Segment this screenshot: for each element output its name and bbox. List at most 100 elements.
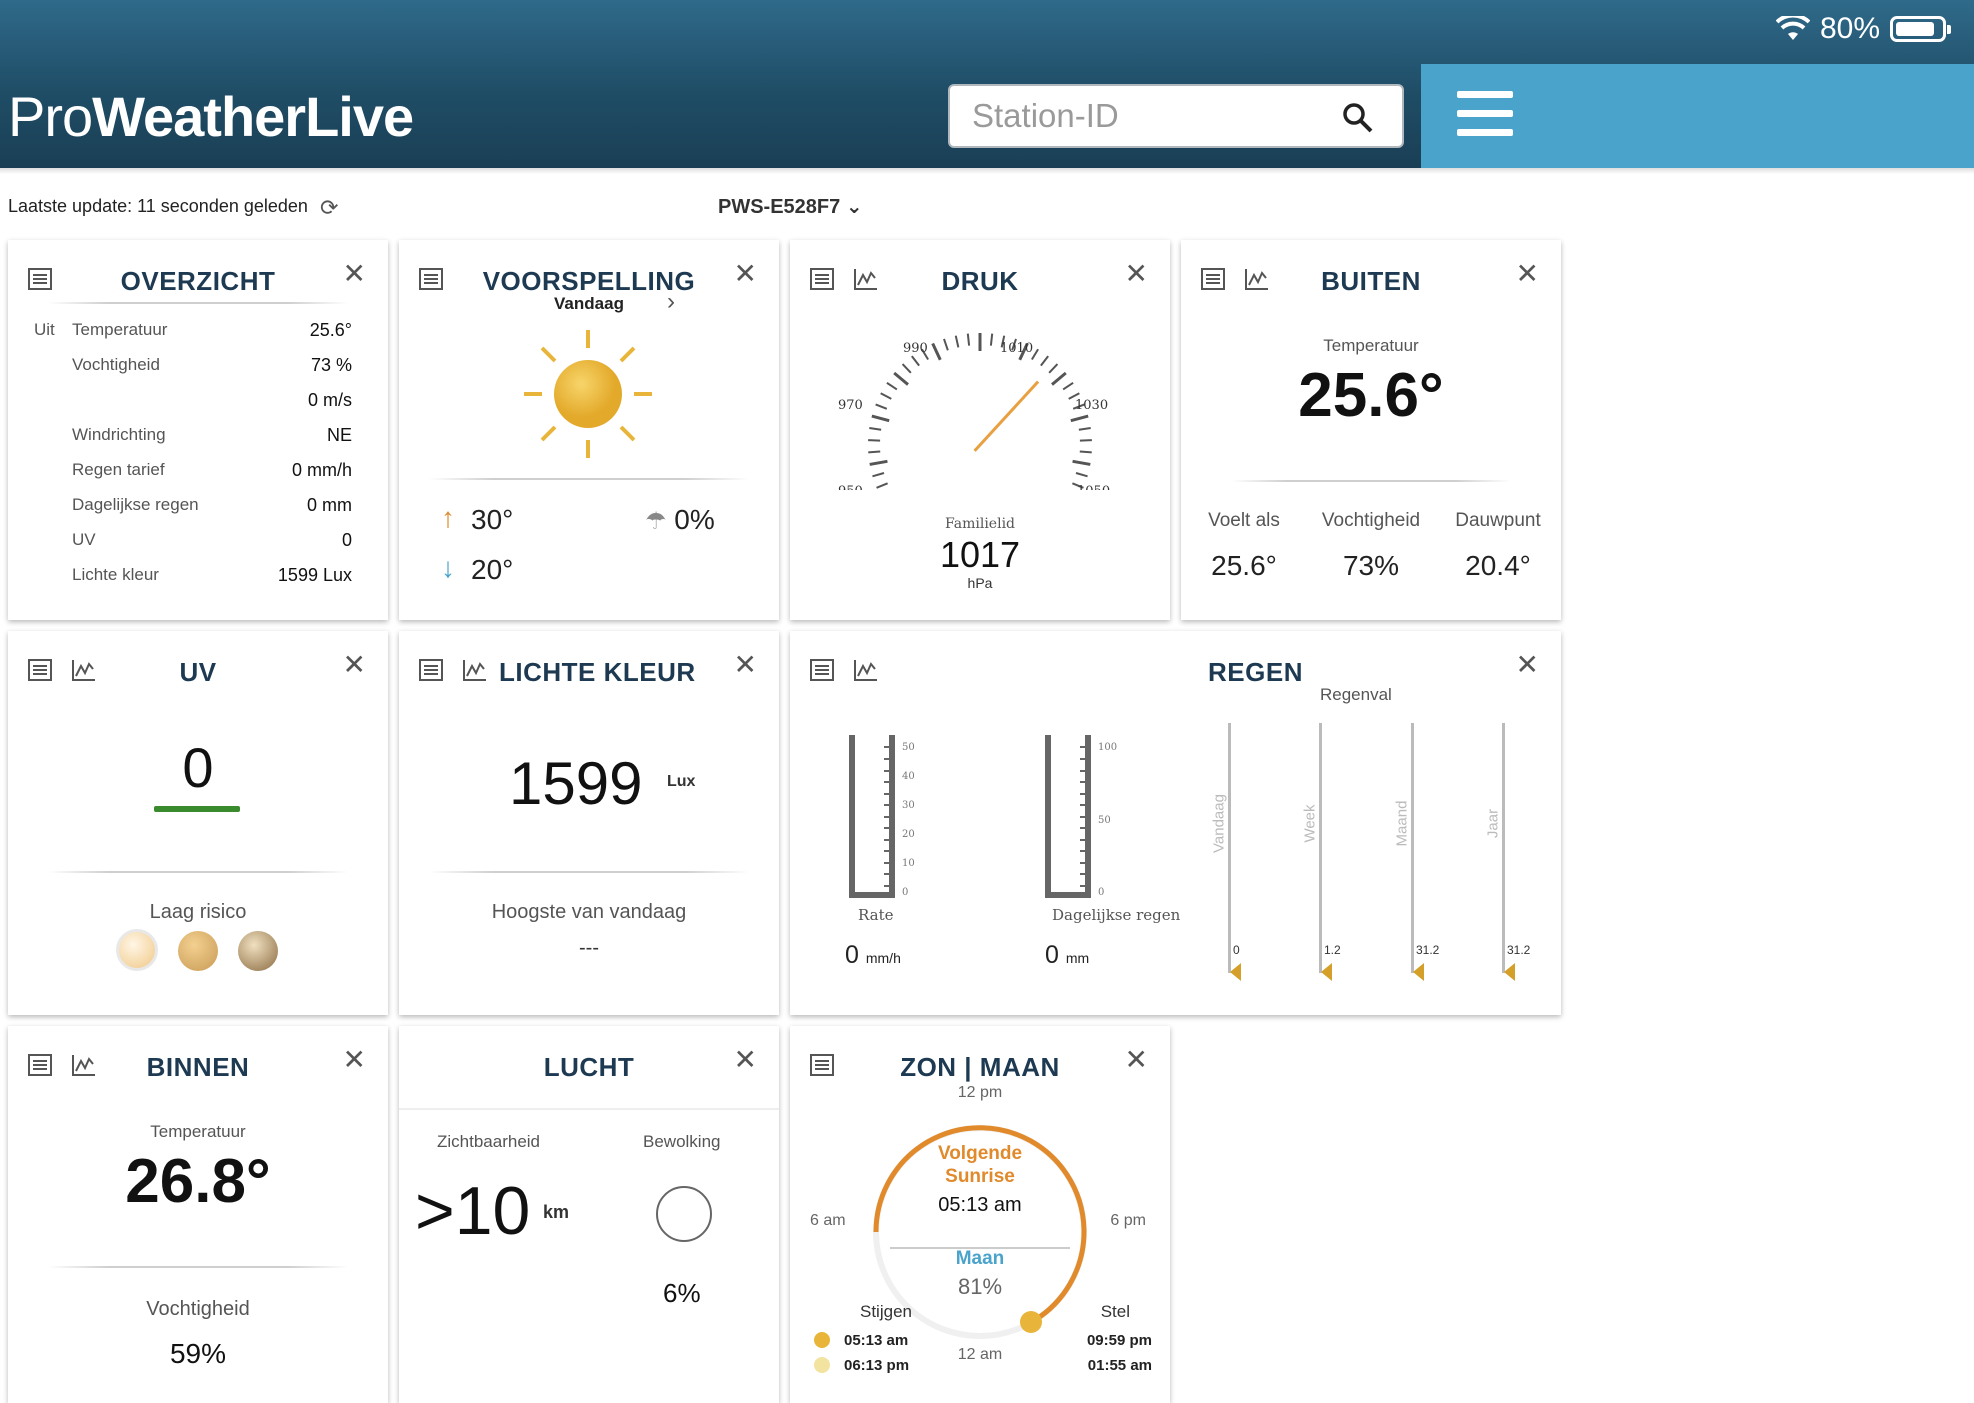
skin-tone-light bbox=[116, 929, 158, 971]
search-icon[interactable] bbox=[1342, 102, 1374, 134]
forecast-day: Vandaag bbox=[554, 294, 624, 313]
gauge-tick bbox=[966, 333, 971, 346]
divider bbox=[429, 478, 749, 480]
row-value: 73 % bbox=[310, 355, 352, 375]
gauge-tick bbox=[876, 482, 888, 489]
close-icon[interactable]: ✕ bbox=[1516, 651, 1539, 679]
gauge-tick bbox=[1048, 363, 1059, 374]
uv-risk: Laag risico bbox=[149, 901, 247, 923]
rainfall-bar-name: Jaar bbox=[1484, 808, 1502, 839]
station-search bbox=[948, 84, 1404, 148]
dew-point: Dauwpunt 20.4° bbox=[1435, 510, 1561, 582]
gauge-tick bbox=[1072, 459, 1091, 466]
time-12pm: 12 pm bbox=[957, 1084, 1003, 1101]
card-title: UV bbox=[179, 657, 217, 687]
pressure-card: DRUK ✕ 950 970 990 1010 1030 1050 Famili… bbox=[790, 240, 1170, 620]
gauge-tick bbox=[954, 335, 960, 348]
logo-bold: WeatherLive bbox=[92, 85, 414, 148]
gauge-tick bbox=[901, 363, 912, 374]
rise-label: Stijgen bbox=[860, 1302, 912, 1321]
close-icon[interactable]: ✕ bbox=[1125, 260, 1148, 288]
divider bbox=[429, 871, 749, 873]
next-day-chevron-icon[interactable]: › bbox=[667, 288, 675, 316]
forecast-card: VOORSPELLING ✕ Vandaag › ↑ 30° ↓ 20° ☂ 0% bbox=[399, 240, 779, 620]
gauge-ticks bbox=[868, 333, 1092, 489]
rainfall-bar-line bbox=[1319, 723, 1322, 973]
light-card: LICHTE KLEUR ✕ 1599 Lux Hoogste van vand… bbox=[399, 631, 779, 1015]
rate-tick: 40 bbox=[902, 771, 915, 782]
chart-icon[interactable] bbox=[463, 659, 487, 681]
divider bbox=[48, 302, 348, 304]
row-value: 0 mm/h bbox=[291, 460, 352, 480]
row-label: Windrichting bbox=[72, 425, 166, 444]
gauge-tick-label: 990 bbox=[903, 341, 928, 356]
gauge-tick-label: 970 bbox=[838, 398, 863, 413]
station-id-input[interactable] bbox=[950, 97, 1330, 135]
hamburger-icon bbox=[1457, 91, 1513, 148]
rate-tick: 20 bbox=[902, 829, 915, 840]
menu-button[interactable] bbox=[1421, 64, 1974, 168]
row-label: Regen tarief bbox=[72, 460, 165, 479]
feels-like: Voelt als 25.6° bbox=[1181, 510, 1307, 582]
row-value: 25.6° bbox=[309, 320, 352, 340]
dew-label: Dauwpunt bbox=[1455, 510, 1541, 531]
list-icon[interactable] bbox=[419, 659, 443, 681]
card-title: VOORSPELLING bbox=[482, 266, 696, 296]
card-title: ZON | MAAN bbox=[900, 1052, 1060, 1082]
station-selector[interactable]: PWS-E528F7 ⌄ bbox=[718, 194, 863, 219]
station-name: PWS-E528F7 bbox=[718, 196, 841, 218]
pressure-gauge: 950 970 990 1010 1030 1050 bbox=[838, 333, 1110, 490]
arrow-down-icon: ↓ bbox=[441, 552, 455, 583]
rate-tick: 50 bbox=[902, 742, 915, 753]
chevron-down-icon: ⌄ bbox=[845, 196, 863, 218]
row-value: 0 m/s bbox=[307, 390, 352, 410]
rainfall-marker-icon bbox=[1504, 963, 1515, 981]
close-icon[interactable]: ✕ bbox=[1125, 1046, 1148, 1074]
daily-value: 0 bbox=[1045, 941, 1059, 969]
row-value: NE bbox=[326, 425, 352, 445]
gauge-tick bbox=[880, 392, 892, 400]
divider bbox=[399, 1108, 779, 1110]
sunmoon-card: ZON | MAAN ✕ 12 pm 6 am 6 pm Volgende Sun… bbox=[790, 1026, 1170, 1403]
close-icon[interactable]: ✕ bbox=[343, 651, 366, 679]
close-icon[interactable]: ✕ bbox=[734, 651, 757, 679]
gauge-tick bbox=[869, 459, 888, 466]
moon-percent: 81% bbox=[957, 1274, 1003, 1299]
gauge-tick bbox=[1040, 355, 1049, 367]
arrow-up-icon: ↑ bbox=[441, 502, 455, 533]
rain-rate-gauge: 50 40 30 20 10 0 bbox=[849, 735, 915, 898]
rainfall-marker-icon bbox=[1321, 963, 1332, 981]
set-label: Stel bbox=[1100, 1302, 1130, 1321]
low-value: 20° bbox=[471, 554, 514, 585]
humidity-label: Vochtigheid bbox=[1321, 510, 1421, 531]
divider bbox=[48, 871, 348, 873]
app-logo[interactable]: ProWeatherLive bbox=[8, 84, 414, 149]
temp-label: Temperatuur bbox=[150, 1122, 246, 1141]
rainfall-marker-icon bbox=[1413, 963, 1424, 981]
close-icon[interactable]: ✕ bbox=[343, 260, 366, 288]
chart-icon[interactable] bbox=[854, 659, 878, 681]
close-icon[interactable]: ✕ bbox=[1516, 260, 1539, 288]
daily-unit: mm bbox=[1065, 950, 1090, 966]
close-icon[interactable]: ✕ bbox=[734, 260, 757, 288]
card-title: BUITEN bbox=[1321, 266, 1421, 296]
rain-chance: ☂ 0% bbox=[645, 504, 715, 536]
close-icon[interactable]: ✕ bbox=[734, 1046, 757, 1074]
card-title: REGEN bbox=[1208, 657, 1303, 687]
high-value: 30° bbox=[471, 504, 514, 535]
refresh-icon[interactable]: ⟳ bbox=[320, 195, 338, 221]
gauge-tick-label: 1010 bbox=[1000, 341, 1033, 356]
list-icon[interactable] bbox=[810, 659, 834, 681]
daily-rain-label: Dagelijkse regen bbox=[1052, 906, 1181, 924]
gauge-tick bbox=[1079, 450, 1092, 454]
row-value: 0 mm bbox=[307, 495, 352, 515]
gauge-tick bbox=[1079, 439, 1092, 442]
overview-row: Dagelijkse regen 0 mm bbox=[8, 495, 388, 523]
status-bar: 80% bbox=[1775, 12, 1951, 46]
feels-value: 25.6° bbox=[1211, 550, 1277, 581]
moon-label: Maan bbox=[955, 1248, 1005, 1269]
outdoor-card: BUITEN ✕ Temperatuur 25.6° Voelt als 25.6… bbox=[1181, 240, 1561, 620]
light-value: 1599 bbox=[509, 750, 643, 817]
overview-row: Vochtigheid 73 % bbox=[8, 355, 388, 383]
close-icon[interactable]: ✕ bbox=[343, 1046, 366, 1074]
